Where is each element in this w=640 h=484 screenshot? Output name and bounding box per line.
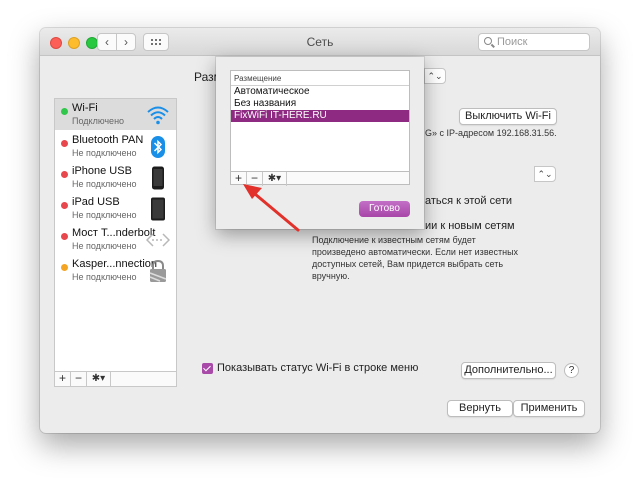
search-placeholder: Поиск [497,36,528,48]
remove-service-button[interactable]: − [71,372,87,386]
remove-location-button[interactable]: − [247,172,263,186]
location-item-untitled[interactable]: Без названия [231,98,409,110]
service-name: iPad USB [72,196,120,208]
turn-off-wifi-button[interactable]: Выключить Wi-Fi [459,108,557,125]
thunderbolt-bridge-icon [146,233,170,247]
service-name: Bluetooth PAN [72,134,144,146]
titlebar: ‹ › Сеть Поиск [40,28,600,56]
status-dot [61,108,68,115]
network-name-select[interactable]: ⌃⌄ [534,166,556,182]
service-status: Не подключено [72,241,137,251]
location-item-fixwifi[interactable]: FixWiFi IT-HERE.RU [231,110,409,122]
apply-button[interactable]: Применить [513,400,585,417]
wifi-icon [147,106,169,125]
advanced-button[interactable]: Дополнительно... [461,362,556,379]
location-actions-button[interactable]: ✱▾ [263,172,287,186]
show-wifi-status-label: Показывать статус Wi-Fi в строке меню [217,362,419,374]
service-name: Kasper...nnection [72,258,158,270]
service-item-iphone-usb[interactable]: iPhone USB Не подключено [55,162,176,193]
auto-join-note: Подключение к известным сетям будет прои… [312,235,519,281]
service-actions-button[interactable]: ✱▾ [87,372,111,386]
status-dot [61,140,68,147]
bluetooth-icon [151,136,165,158]
location-item-automatic[interactable]: Автоматическое [231,86,409,98]
add-location-button[interactable]: + [231,172,247,186]
show-wifi-status-checkbox[interactable] [202,363,213,374]
service-status: Не подключено [72,272,137,282]
service-status: Не подключено [72,148,137,158]
service-name: iPhone USB [72,165,132,177]
status-dot [61,264,68,271]
help-button[interactable]: ? [564,363,579,378]
status-dot [61,233,68,240]
service-status: Не подключено [72,210,137,220]
service-item-wifi[interactable]: Wi-Fi Подключено [55,99,176,130]
service-name: Мост T...nderbolt [72,227,156,239]
service-item-bluetooth-pan[interactable]: Bluetooth PAN Не подключено [55,131,176,162]
search-icon [484,37,492,45]
vpn-lock-icon [149,259,167,282]
locations-toolbar: + − ✱▾ [230,171,410,186]
screen: ‹ › Сеть Поиск Разм ⌃⌄ Wi-Fi Подключено [0,0,640,484]
ask-join-networks-label: аться к этой сети [425,195,513,207]
service-list: Wi-Fi Подключено Bluetooth PAN Не подклю… [54,98,177,387]
service-item-ipad-usb[interactable]: iPad USB Не подключено [55,193,176,224]
service-name: Wi-Fi [72,102,98,114]
service-list-toolbar: + − ✱▾ [54,371,177,387]
ipad-icon [151,197,165,221]
status-dot [61,171,68,178]
wifi-status-text: G» с IP-адресом 192.168.31.56. [425,128,557,138]
ask-join-new-networks-label: ии к новым сетям [425,220,515,232]
add-service-button[interactable]: + [55,372,71,386]
iphone-icon [152,166,164,190]
service-item-kaspersky-connection[interactable]: Kasper...nnection Не подключено [55,255,176,286]
locations-list-header: Размещение [231,71,409,86]
service-status: Не подключено [72,179,137,189]
done-button[interactable]: Готово [359,201,410,217]
locations-sheet: Размещение Автоматическое Без названия F… [216,57,424,229]
status-dot [61,202,68,209]
location-select[interactable]: ⌃⌄ [424,68,446,84]
revert-button[interactable]: Вернуть [447,400,513,417]
service-item-thunderbolt-bridge[interactable]: Мост T...nderbolt Не подключено [55,224,176,255]
service-status: Подключено [72,116,125,126]
locations-list: Размещение Автоматическое Без названия F… [230,70,410,185]
search-input[interactable]: Поиск [478,33,590,51]
